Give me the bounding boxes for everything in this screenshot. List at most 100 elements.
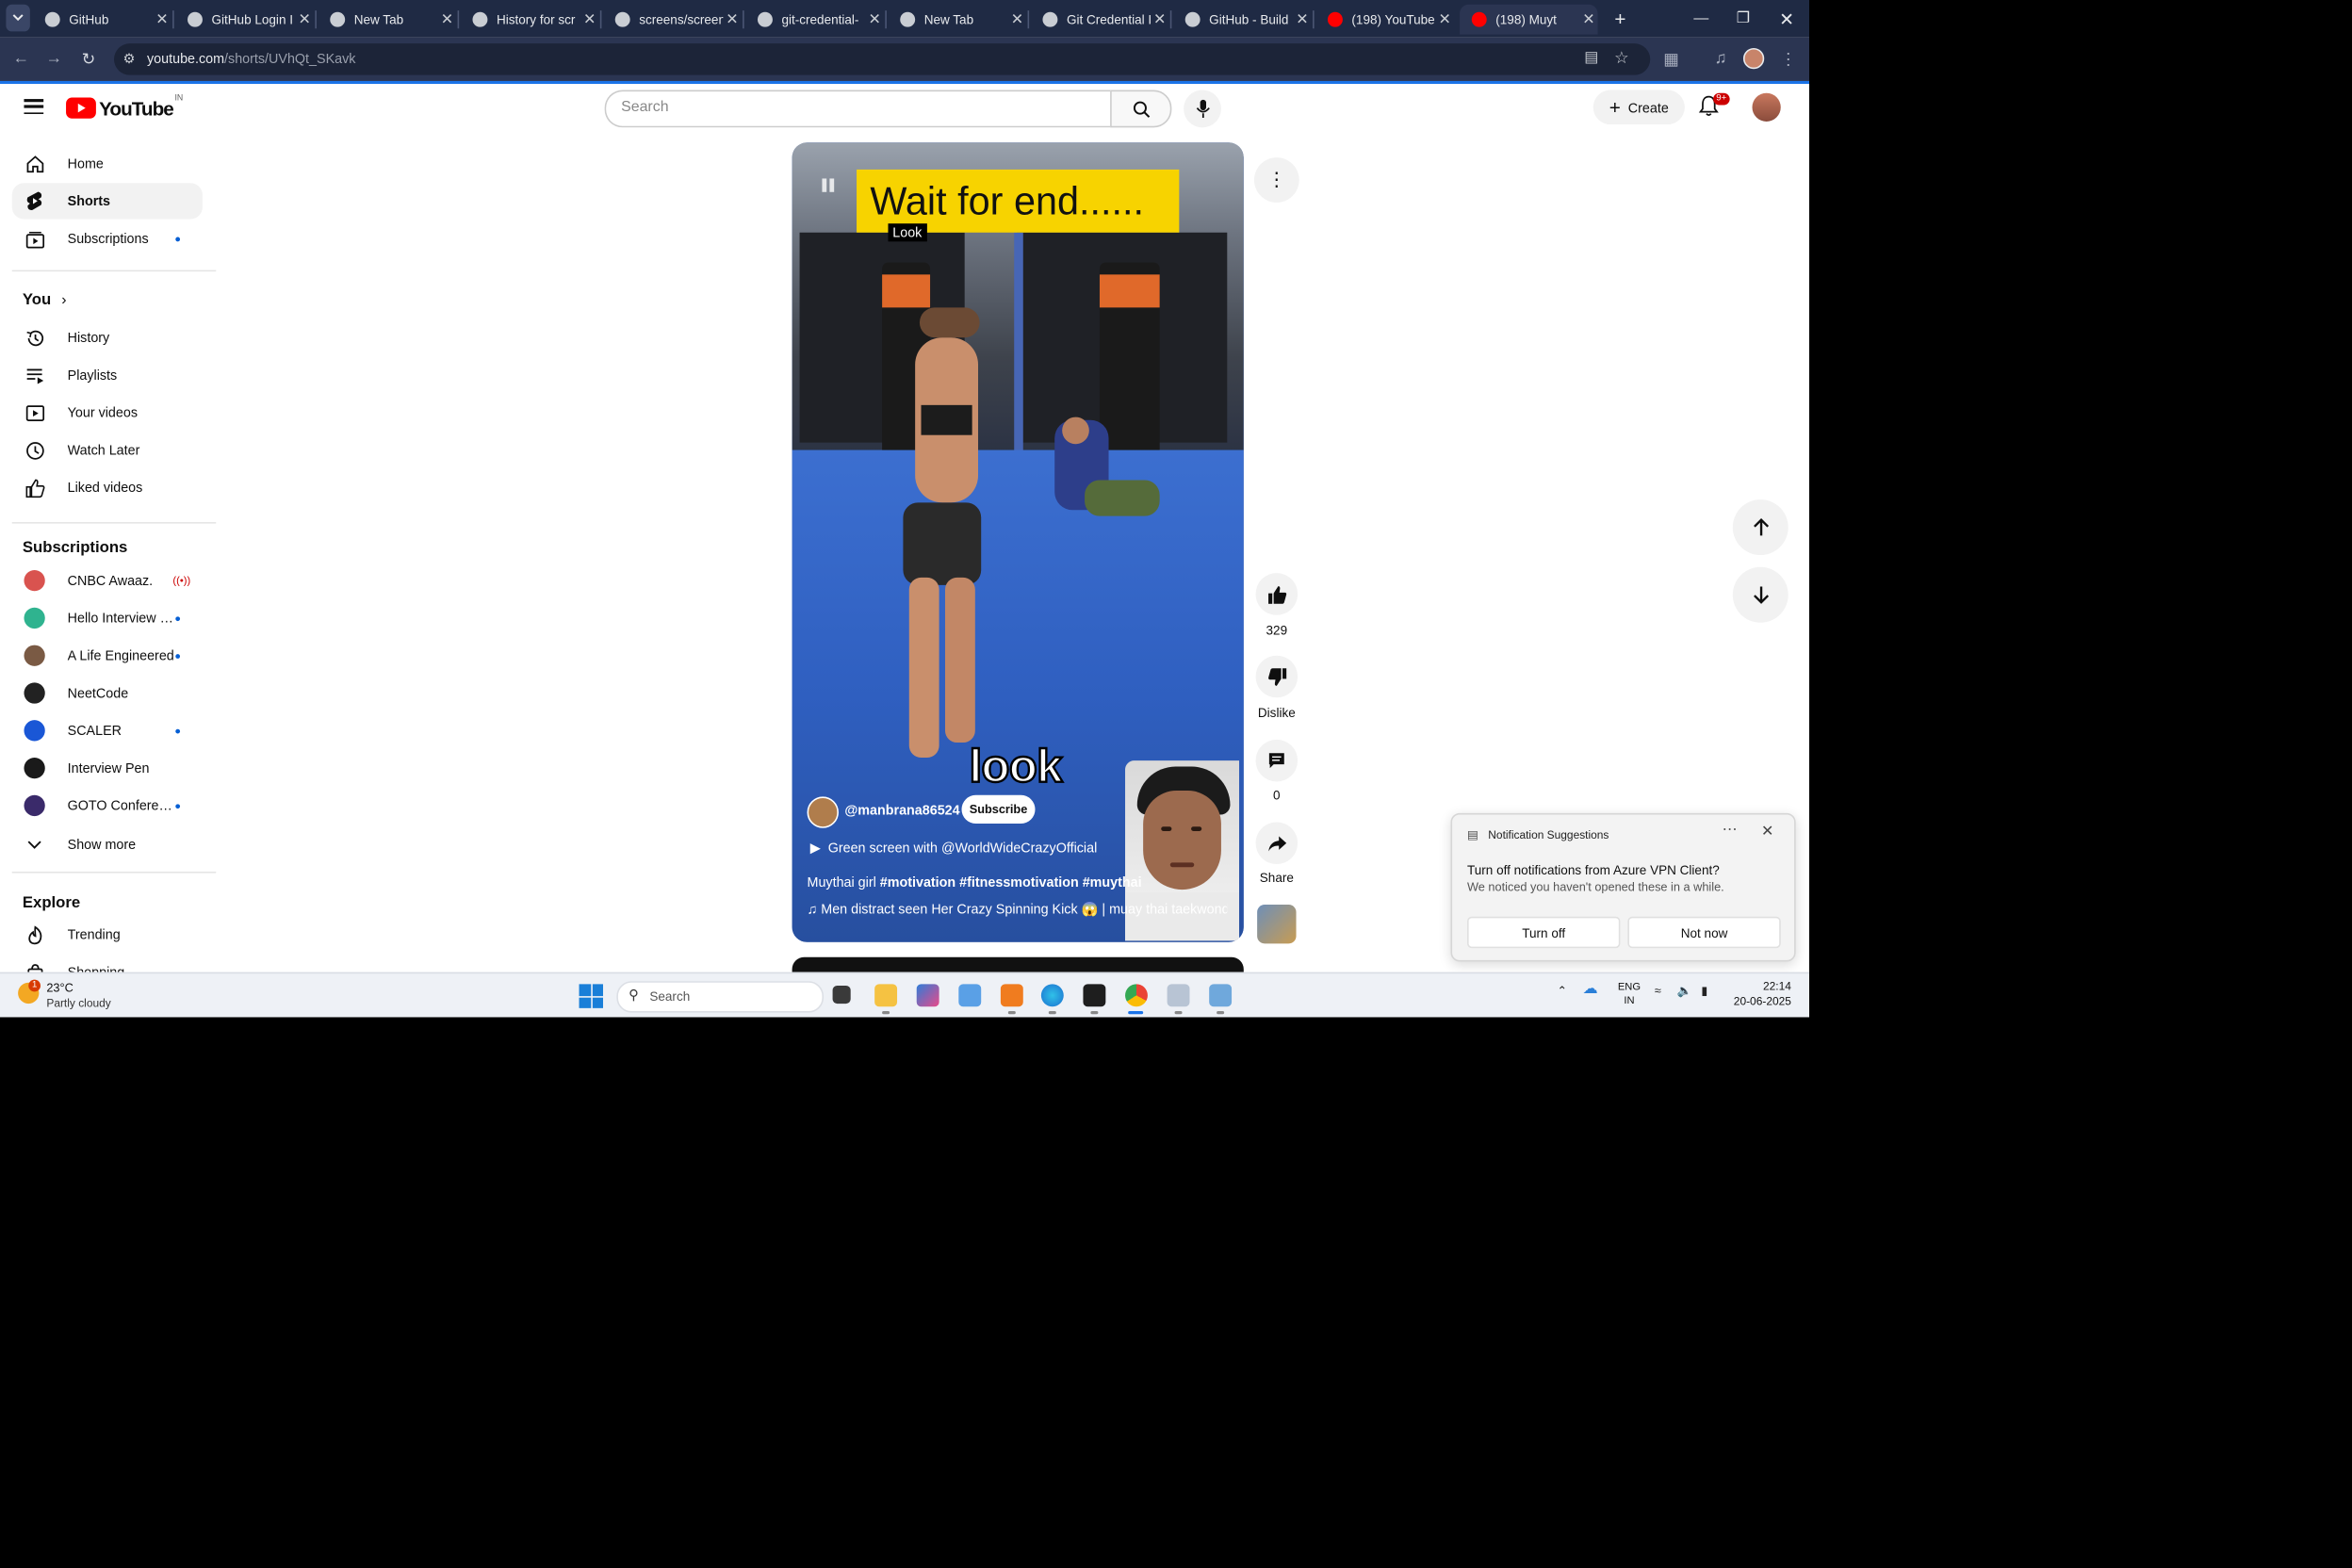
browser-tab[interactable]: (198) YouTube ✕: [1315, 5, 1453, 35]
battery-icon[interactable]: ▮: [1701, 984, 1707, 997]
sidebar-item-history[interactable]: History: [12, 319, 203, 355]
terminal-icon[interactable]: [1083, 984, 1106, 1007]
system-clock[interactable]: 22:14 20-06-2025: [1728, 980, 1791, 1010]
channel-name[interactable]: @manbrana86524: [844, 803, 959, 818]
volume-icon[interactable]: 🔈: [1677, 984, 1692, 997]
browser-tab[interactable]: New Tab ✕: [888, 5, 1025, 35]
edge-icon[interactable]: [1040, 984, 1064, 1007]
tab-close-icon[interactable]: ✕: [438, 11, 456, 28]
subscription-goto-conferenc[interactable]: GOTO Conferenc...: [12, 788, 203, 824]
onedrive-icon[interactable]: ☁: [1583, 981, 1598, 998]
you-heading[interactable]: You ›: [23, 291, 67, 309]
search-input[interactable]: Search: [604, 90, 1111, 128]
reload-button[interactable]: ↻: [76, 46, 100, 70]
music-link[interactable]: ♫ Men distract seen Her Crazy Spinning K…: [808, 902, 1228, 919]
chrome-icon[interactable]: [1125, 984, 1148, 1007]
share-button[interactable]: [1255, 822, 1298, 865]
close-icon[interactable]: ✕: [1761, 824, 1773, 841]
browser-menu-button[interactable]: ⋮: [1776, 46, 1800, 70]
tab-close-icon[interactable]: ✕: [1436, 11, 1454, 28]
file-explorer-icon[interactable]: [874, 984, 898, 1007]
subscription-scaler[interactable]: SCALER: [12, 712, 203, 748]
audio-thumbnail[interactable]: [1257, 905, 1297, 944]
media-control-button[interactable]: ♫: [1708, 46, 1732, 70]
next-short-preview[interactable]: [792, 956, 1244, 972]
browser-tab[interactable]: screens/screen ✕: [603, 5, 741, 35]
video-description[interactable]: Muythai girl #motivation #fitnessmotivat…: [808, 874, 1142, 890]
sidebar-item-trending[interactable]: Trending: [12, 917, 203, 953]
sidebar-item-playlists[interactable]: Playlists: [12, 357, 203, 393]
browser-tab[interactable]: GitHub Login I ✕: [175, 5, 313, 35]
tab-close-icon[interactable]: ✕: [1008, 11, 1026, 28]
notifications-button[interactable]: 9+: [1698, 92, 1730, 122]
task-view-icon[interactable]: [832, 985, 851, 1004]
subscription-hello-interview[interactable]: Hello Interview - ...: [12, 600, 203, 636]
browser-tab[interactable]: Git Credential I ✕: [1031, 5, 1168, 35]
account-avatar[interactable]: [1752, 92, 1781, 122]
sidebar-item-liked-videos[interactable]: Liked videos: [12, 469, 203, 505]
restore-button[interactable]: ❐: [1723, 0, 1765, 38]
store-icon[interactable]: [958, 984, 982, 1007]
shorts-video-player[interactable]: 🕪 Wait for end...... Look look @manbrana…: [792, 142, 1244, 942]
address-bar[interactable]: ⚙ youtube.com/shorts/UVhQt_SKavk ▤ ☆: [113, 43, 1651, 75]
tab-close-icon[interactable]: ✕: [1293, 11, 1311, 28]
sidebar-item-shorts[interactable]: Shorts: [11, 183, 203, 220]
tab-close-icon[interactable]: ✕: [153, 11, 171, 28]
sidebar-item-shopping[interactable]: Shopping: [12, 955, 203, 972]
hamburger-menu-icon[interactable]: [24, 99, 44, 115]
show-more-button[interactable]: Show more: [12, 826, 203, 862]
install-app-icon[interactable]: ▤: [1584, 50, 1598, 67]
tab-close-icon[interactable]: ✕: [1151, 11, 1168, 28]
browser-tab[interactable]: New Tab ✕: [318, 5, 456, 35]
sidebar-item-subscriptions[interactable]: Subscriptions: [12, 220, 203, 256]
like-button[interactable]: [1255, 573, 1298, 615]
copilot-icon[interactable]: [916, 984, 939, 1007]
browser-tab[interactable]: (198) Muyt ✕: [1460, 4, 1598, 35]
more-options-icon[interactable]: ⋯: [1723, 822, 1738, 839]
app-icon[interactable]: [1000, 984, 1023, 1007]
subscription-neetcode[interactable]: NeetCode: [12, 675, 203, 710]
start-button[interactable]: [579, 984, 603, 1008]
voice-search-button[interactable]: [1184, 90, 1221, 128]
snipping-tool-icon[interactable]: [1167, 984, 1190, 1007]
tab-close-icon[interactable]: ✕: [723, 11, 741, 28]
create-button[interactable]: + Create: [1592, 90, 1685, 125]
language-indicator[interactable]: ENG IN: [1614, 981, 1644, 1008]
youtube-logo[interactable]: YouTube IN: [66, 94, 183, 120]
subscription-cnbc-awaaz[interactable]: CNBC Awaaz. ((•)): [12, 563, 203, 598]
sidebar-item-watch-later[interactable]: Watch Later: [12, 433, 203, 468]
browser-tab[interactable]: GitHub - Build ✕: [1173, 5, 1311, 35]
dislike-button[interactable]: [1255, 655, 1298, 698]
browser-tab[interactable]: History for scr ✕: [461, 5, 598, 35]
search-button[interactable]: [1110, 90, 1172, 128]
tab-close-icon[interactable]: ✕: [580, 11, 598, 28]
browser-tab[interactable]: git-credential- ✕: [745, 5, 883, 35]
pause-icon[interactable]: [822, 172, 837, 192]
subscription-interview-pen[interactable]: Interview Pen: [12, 750, 203, 786]
subscription-a-life-engineered[interactable]: A Life Engineered: [12, 638, 203, 674]
taskbar-search[interactable]: ⚲ Search: [616, 981, 825, 1013]
next-short-button[interactable]: [1732, 566, 1788, 623]
tab-close-icon[interactable]: ✕: [296, 11, 314, 28]
more-options-button[interactable]: ⋮: [1253, 157, 1299, 203]
tab-search-button[interactable]: [6, 4, 30, 32]
new-tab-button[interactable]: +: [1599, 0, 1642, 38]
turn-off-button[interactable]: Turn off: [1467, 916, 1621, 949]
tab-close-icon[interactable]: ✕: [1579, 11, 1597, 28]
forward-button[interactable]: →: [42, 46, 66, 70]
green-screen-link[interactable]: ▶ Green screen with @WorldWideCrazyOffic…: [810, 841, 1098, 858]
tab-close-icon[interactable]: ✕: [866, 11, 884, 28]
comments-button[interactable]: [1255, 739, 1298, 782]
tray-overflow-icon[interactable]: ⌃: [1558, 984, 1568, 997]
extensions-button[interactable]: ▦: [1659, 46, 1683, 70]
back-button[interactable]: ←: [9, 46, 33, 70]
sidebar-item-your-videos[interactable]: Your videos: [12, 395, 203, 431]
minimize-button[interactable]: —: [1680, 0, 1723, 38]
wifi-icon[interactable]: ≈: [1655, 984, 1661, 997]
site-info-icon[interactable]: ⚙: [123, 51, 140, 68]
photos-icon[interactable]: [1209, 984, 1233, 1007]
sidebar-item-home[interactable]: Home: [12, 145, 203, 181]
not-now-button[interactable]: Not now: [1627, 916, 1781, 949]
bookmark-star-icon[interactable]: ☆: [1614, 48, 1629, 68]
previous-short-button[interactable]: [1732, 499, 1788, 556]
